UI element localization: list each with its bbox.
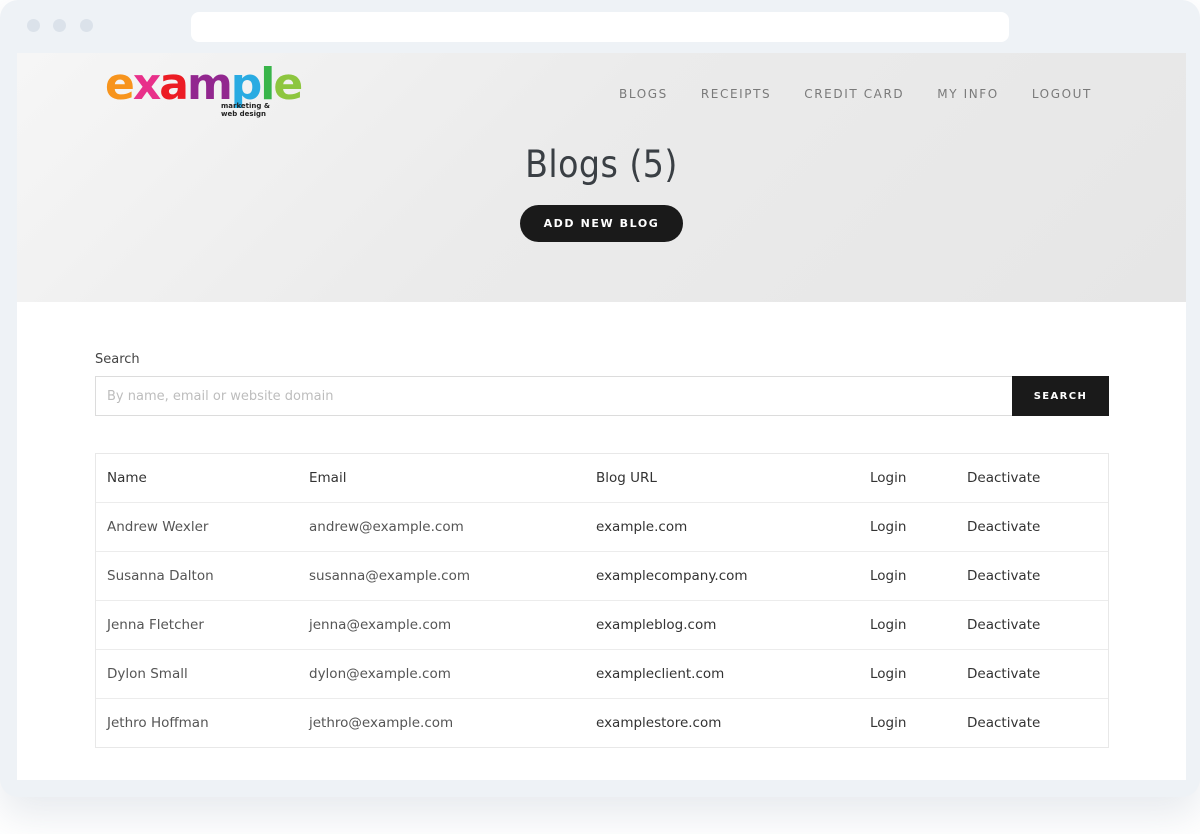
login-link[interactable]: Login [870, 715, 906, 731]
cell-name: Jethro Hoffman [96, 698, 298, 747]
logo-letter: a [159, 59, 189, 110]
login-link[interactable]: Login [870, 519, 906, 535]
table-row: Jenna Fletcher jenna@example.com example… [96, 600, 1108, 650]
brand-logo[interactable]: example marketing & web design [105, 59, 303, 127]
column-header-email: Email [309, 470, 347, 486]
cell-email: susanna@example.com [298, 551, 585, 601]
column-header-login: Login [870, 470, 907, 486]
column-header-blog-url: Blog URL [596, 470, 657, 486]
deactivate-link[interactable]: Deactivate [967, 617, 1040, 633]
cell-blog-url: exampleclient.com [585, 649, 859, 699]
deactivate-link[interactable]: Deactivate [967, 568, 1040, 584]
column-header-name: Name [107, 470, 147, 486]
search-input[interactable] [95, 376, 1012, 416]
column-header-deactivate: Deactivate [967, 470, 1041, 486]
logo-tagline-line1: marketing & [221, 102, 270, 110]
cell-name: Susanna Dalton [96, 551, 298, 601]
cell-blog-url: examplecompany.com [585, 551, 859, 601]
search-button[interactable]: SEARCH [1012, 376, 1109, 416]
table-row: Andrew Wexler andrew@example.com example… [96, 502, 1108, 552]
table-header-row: Name Email Blog URL Login Deactivate [96, 454, 1108, 503]
table-row: Jethro Hoffman jethro@example.com exampl… [96, 698, 1108, 747]
cell-email: jethro@example.com [298, 698, 585, 747]
nav-receipts[interactable]: RECEIPTS [701, 87, 771, 101]
search-label: Search [95, 352, 140, 367]
table-row: Dylon Small dylon@example.com examplecli… [96, 649, 1108, 699]
window-close-dot[interactable] [27, 19, 40, 32]
add-new-blog-button[interactable]: ADD NEW BLOG [520, 205, 683, 242]
logo-tagline: marketing & web design [221, 102, 281, 118]
nav-my-info[interactable]: MY INFO [937, 87, 999, 101]
cell-email: andrew@example.com [298, 502, 585, 552]
nav-blogs[interactable]: BLOGS [619, 87, 668, 101]
cell-blog-url: example.com [585, 502, 859, 552]
cell-email: jenna@example.com [298, 600, 585, 650]
logo-tagline-line2: web design [221, 110, 266, 118]
cell-email: dylon@example.com [298, 649, 585, 699]
login-link[interactable]: Login [870, 617, 906, 633]
cell-name: Dylon Small [96, 649, 298, 699]
logo-letter: x [132, 59, 161, 110]
window-maximize-dot[interactable] [80, 19, 93, 32]
page-title: Blogs (5) [525, 143, 678, 186]
logo-letter: e [105, 59, 135, 110]
cell-name: Jenna Fletcher [96, 600, 298, 650]
cell-blog-url: examplestore.com [585, 698, 859, 747]
table-row: Susanna Dalton susanna@example.com examp… [96, 551, 1108, 601]
blogs-table: Name Email Blog URL Login Deactivate And… [95, 453, 1109, 748]
browser-chrome [0, 0, 1200, 53]
nav-logout[interactable]: LOGOUT [1032, 87, 1092, 101]
login-link[interactable]: Login [870, 666, 906, 682]
nav-credit-card[interactable]: CREDIT CARD [804, 87, 904, 101]
deactivate-link[interactable]: Deactivate [967, 715, 1040, 731]
address-bar[interactable] [191, 12, 1009, 42]
window-minimize-dot[interactable] [53, 19, 66, 32]
deactivate-link[interactable]: Deactivate [967, 666, 1040, 682]
cell-blog-url: exampleblog.com [585, 600, 859, 650]
main-nav: BLOGS RECEIPTS CREDIT CARD MY INFO LOGOU… [586, 87, 1092, 101]
browser-window: example marketing & web design BLOGS REC… [0, 0, 1200, 797]
deactivate-link[interactable]: Deactivate [967, 519, 1040, 535]
cell-name: Andrew Wexler [96, 502, 298, 552]
login-link[interactable]: Login [870, 568, 906, 584]
header-hero: example marketing & web design BLOGS REC… [17, 53, 1186, 302]
page-viewport: example marketing & web design BLOGS REC… [17, 53, 1186, 780]
